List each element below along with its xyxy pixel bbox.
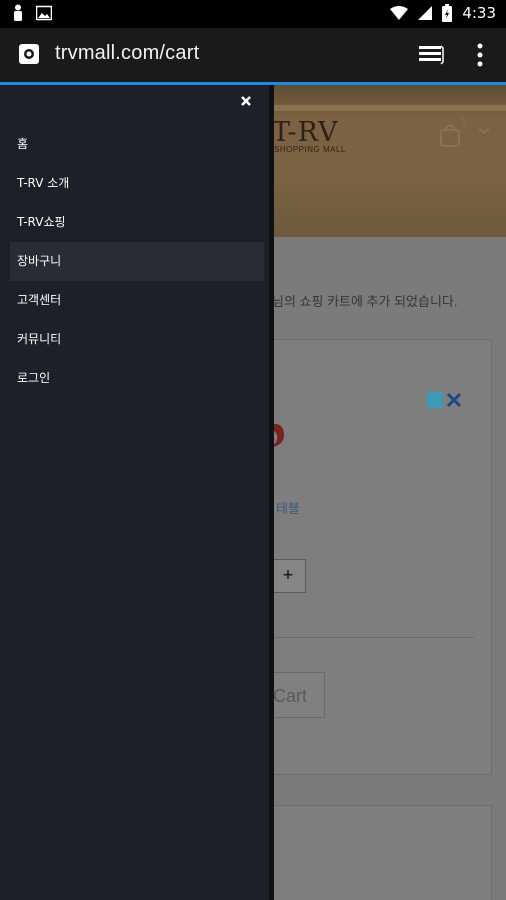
tabs-icon[interactable] xyxy=(418,42,444,66)
drawer-item-community[interactable]: 커뮤니티 xyxy=(10,320,264,359)
drawer-item-home[interactable]: 홈 xyxy=(10,125,264,164)
cart-summary-card xyxy=(258,805,492,900)
brand-subtitle: SHOPPING MALL xyxy=(274,145,346,154)
drawer-shadow-edge xyxy=(269,85,274,900)
drawer-item-cart[interactable]: 장바구니 xyxy=(10,242,264,281)
drawer-item-shopping[interactable]: T-RV쇼핑 xyxy=(10,203,264,242)
drawer-item-about[interactable]: T-RV 소개 xyxy=(10,164,264,203)
drawer-item-login[interactable]: 로그인 xyxy=(10,359,264,398)
overflow-menu-icon[interactable] xyxy=(474,42,486,68)
notification-image-icon xyxy=(36,5,52,21)
close-icon[interactable] xyxy=(240,95,252,107)
battery-icon xyxy=(442,4,453,22)
shopping-bag-icon[interactable] xyxy=(439,123,461,147)
chevron-down-icon[interactable] xyxy=(478,127,490,135)
brand-logo[interactable]: T-RV xyxy=(272,117,339,148)
browser-toolbar: trvmall.com/cart xyxy=(0,28,506,82)
product-link-fragment[interactable]: 테블 xyxy=(276,498,300,517)
update-cart-button[interactable]: Cart xyxy=(268,672,325,718)
cart-count-badge: 1 xyxy=(461,118,467,128)
status-bar: 4:33 xyxy=(0,0,506,28)
drawer-menu: 홈 T-RV 소개 T-RV쇼핑 장바구니 고객센터 커뮤니티 로그인 xyxy=(10,125,264,398)
notification-person-icon xyxy=(14,4,22,21)
site-info-icon[interactable] xyxy=(18,43,40,65)
status-time: 4:33 xyxy=(462,4,496,22)
cart-added-notice: 님의 쇼핑 카트에 추가 되었습니다. xyxy=(272,294,458,309)
quantity-plus-button[interactable]: + xyxy=(270,559,306,593)
ad-choices-icon[interactable] xyxy=(427,391,463,409)
side-drawer: 홈 T-RV 소개 T-RV쇼핑 장바구니 고객센터 커뮤니티 로그인 xyxy=(0,85,269,900)
signal-icon xyxy=(418,6,433,20)
wifi-icon xyxy=(390,6,409,20)
card-divider xyxy=(270,637,474,638)
drawer-item-customer-center[interactable]: 고객센터 xyxy=(10,281,264,320)
url-text[interactable]: trvmall.com/cart xyxy=(55,42,199,65)
